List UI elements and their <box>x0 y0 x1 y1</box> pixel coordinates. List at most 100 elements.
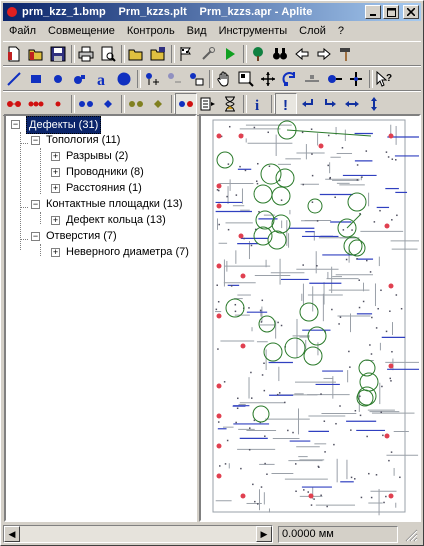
svg-text:a: a <box>97 72 105 87</box>
play-button[interactable] <box>219 43 241 65</box>
compare-button[interactable] <box>175 92 197 115</box>
node-icon <box>328 74 342 83</box>
tree-button[interactable] <box>247 43 269 65</box>
help-cursor-button[interactable]: ? <box>373 68 395 90</box>
via <box>311 201 314 203</box>
expand-icon[interactable]: + <box>51 248 60 257</box>
via <box>216 284 218 286</box>
tree-label-wrong-diameter[interactable]: Неверного диаметра (7) <box>64 244 191 260</box>
collapse-icon[interactable]: − <box>11 120 20 129</box>
minimize-button[interactable] <box>365 5 381 19</box>
defect-red-small-button[interactable] <box>47 93 69 115</box>
toolbar-separator <box>367 68 373 90</box>
open-layer-button[interactable] <box>125 43 147 65</box>
hammer-button[interactable] <box>335 43 357 65</box>
maximize-button[interactable] <box>383 5 399 19</box>
via <box>360 496 363 499</box>
print-button[interactable] <box>75 43 97 65</box>
big-circle-button[interactable] <box>113 68 135 90</box>
line-tool-button[interactable] <box>3 68 25 90</box>
via <box>256 182 259 185</box>
tools-button[interactable] <box>197 43 219 65</box>
flag-button[interactable] <box>175 43 197 65</box>
new-file-icon <box>8 46 20 61</box>
expand-icon[interactable]: + <box>51 152 60 161</box>
vertical-arrows-button[interactable] <box>363 93 385 115</box>
connect-button[interactable] <box>301 68 323 90</box>
menu-file[interactable]: Файл <box>3 23 42 40</box>
expand-icon[interactable]: + <box>51 184 60 193</box>
step-forward-button[interactable] <box>319 93 341 115</box>
pcb-view[interactable] <box>199 114 421 522</box>
tree-label-breaks[interactable]: Разрывы (2) <box>64 148 130 164</box>
hourglass-button[interactable] <box>219 93 241 115</box>
move-button[interactable] <box>257 68 279 90</box>
tree-label-conductors[interactable]: Проводники (8) <box>64 164 146 180</box>
horizontal-arrows-button[interactable] <box>341 93 363 115</box>
app-icon[interactable] <box>6 6 18 18</box>
collapse-icon[interactable]: − <box>31 232 40 241</box>
horizontal-scrollbar[interactable]: ◀ ▶ <box>3 525 273 543</box>
menu-layer[interactable]: Слой <box>293 23 332 40</box>
forward-button[interactable] <box>313 43 335 65</box>
exclamation-button[interactable]: ! <box>275 92 297 115</box>
defect-olive-small-button[interactable] <box>147 93 169 115</box>
rect-tool-button[interactable] <box>25 68 47 90</box>
menu-view[interactable]: Вид <box>181 23 213 40</box>
tree-label-topology[interactable]: Топология (11) <box>44 132 122 148</box>
node-button[interactable] <box>323 68 345 90</box>
defects-red-pairs-button[interactable] <box>3 93 25 115</box>
via <box>301 131 304 134</box>
pad-tool-button[interactable] <box>69 68 91 90</box>
print-preview-button[interactable] <box>97 43 119 65</box>
close-button[interactable] <box>403 5 419 19</box>
step-back-button[interactable] <box>297 93 319 115</box>
menu-alignment[interactable]: Совмещение <box>42 23 121 40</box>
save-button[interactable] <box>47 43 69 65</box>
report-button[interactable] <box>197 93 219 115</box>
pad <box>388 133 394 139</box>
defects-olive-pairs-button[interactable] <box>125 93 147 115</box>
via <box>381 385 383 388</box>
menu-tools[interactable]: Инструменты <box>213 23 294 40</box>
title-bar[interactable]: prm_kzz_1.bmp Prm_kzzs.plt Prm_kzzs.apr … <box>3 3 421 21</box>
menu-control[interactable]: Контроль <box>121 23 181 40</box>
via <box>380 411 382 413</box>
tree-label-holes[interactable]: Отверстия (7) <box>44 228 119 244</box>
text-tool-button[interactable]: a <box>91 68 113 90</box>
align-button[interactable] <box>345 68 367 90</box>
rotate-button[interactable] <box>279 68 301 90</box>
defects-blue-pairs-button[interactable] <box>75 93 97 115</box>
collapse-icon[interactable]: − <box>31 136 40 145</box>
collapse-icon[interactable]: − <box>31 200 40 209</box>
hand-button[interactable] <box>213 68 235 90</box>
defects-red-triple-button[interactable] <box>25 93 47 115</box>
new-file-button[interactable] <box>3 43 25 65</box>
via <box>261 374 264 376</box>
back-button[interactable] <box>291 43 313 65</box>
toolbar-main <box>3 41 421 66</box>
defects-tree-pane: − Дефекты (31) − Топология (11) + Разрыв… <box>4 114 197 522</box>
replace-button[interactable] <box>185 68 207 90</box>
add-point-button[interactable] <box>141 68 163 90</box>
expand-icon[interactable]: + <box>51 216 60 225</box>
pcb-canvas[interactable] <box>201 116 419 520</box>
tree-label-ring-defect[interactable]: Дефект кольца (13) <box>64 212 168 228</box>
menu-help[interactable]: ? <box>332 23 350 40</box>
resize-grip-icon[interactable] <box>405 529 418 542</box>
via <box>358 279 360 281</box>
open-button[interactable] <box>25 43 47 65</box>
info-button[interactable]: i <box>247 93 269 115</box>
open-layer-2-button[interactable] <box>147 43 169 65</box>
defect-blue-small-button[interactable] <box>97 93 119 115</box>
circle-tool-button[interactable] <box>47 68 69 90</box>
scroll-left-icon[interactable]: ◀ <box>4 526 20 542</box>
find-button[interactable] <box>269 43 291 65</box>
zoom-window-button[interactable] <box>235 68 257 90</box>
remove-point-button[interactable] <box>163 68 185 90</box>
expand-icon[interactable]: + <box>51 168 60 177</box>
tree-label-pads[interactable]: Контактные площадки (13) <box>44 196 185 212</box>
tree-label-distances[interactable]: Расстояния (1) <box>64 180 144 196</box>
scroll-right-icon[interactable]: ▶ <box>256 526 272 542</box>
via <box>248 448 251 451</box>
